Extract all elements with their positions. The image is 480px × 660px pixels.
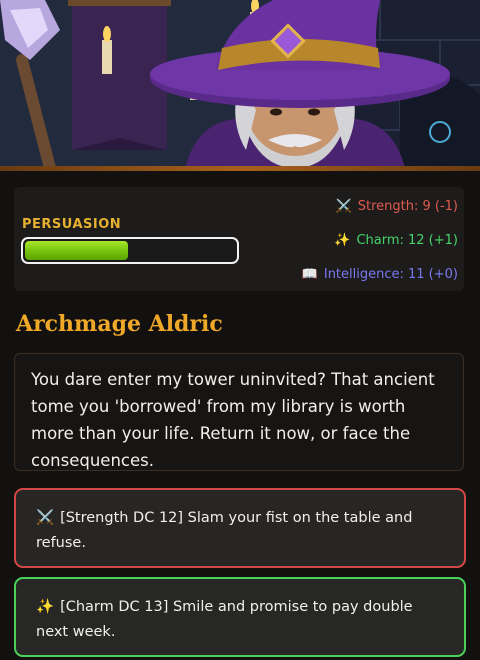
wizard-portrait-image [0,0,480,168]
choice-charm-button[interactable]: ✨ [Charm DC 13] Smile and promise to pay … [14,577,466,657]
choice-charm-text: [Charm DC 13] Smile and promise to pay d… [36,599,413,640]
stat-intelligence-text: Intelligence: 11 (+0) [323,267,458,282]
stat-strength: ⚔️ Strength: 9 (-1) [336,199,458,214]
crossed-swords-icon: ⚔️ [335,199,352,214]
stat-strength-text: Strength: 9 (-1) [357,199,458,214]
persuasion-bar [21,237,239,264]
npc-name: Archmage Aldric [16,311,223,337]
persuasion-bar-fill [25,241,128,260]
dialogue-panel: PERSUASION ⚔️ Strength: 9 (-1) ✨ Charm: 12… [0,171,480,660]
stat-charm: ✨ Charm: 12 (+1) [334,233,458,248]
choice-strength-text: [Strength DC 12] Slam your fist on the t… [36,510,413,551]
npc-dialogue: You dare enter my tower uninvited? That … [14,353,464,471]
crossed-swords-icon: ⚔️ [36,510,55,526]
stat-intelligence: 📖 Intelligence: 11 (+0) [302,267,458,282]
persuasion-label: PERSUASION [22,217,122,232]
sparkles-icon: ✨ [36,599,55,615]
choice-strength-button[interactable]: ⚔️ [Strength DC 12] Slam your fist on the… [14,488,466,568]
npc-portrait [0,0,480,168]
book-icon: 📖 [301,267,318,282]
sparkles-icon: ✨ [334,233,351,248]
stat-charm-text: Charm: 12 (+1) [356,233,458,248]
